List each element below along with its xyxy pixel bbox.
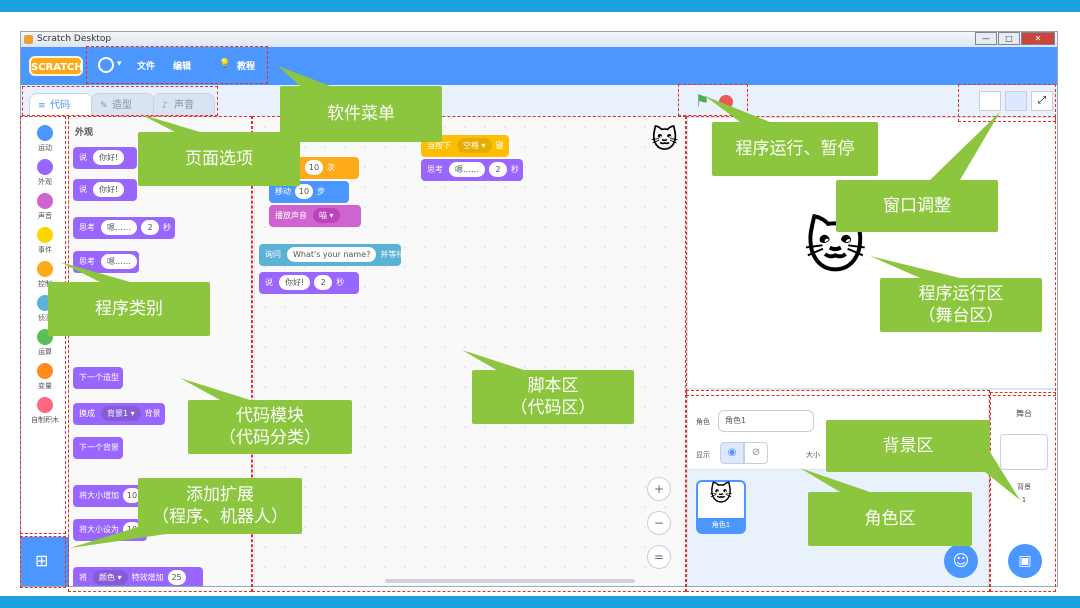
maximize-button[interactable]: □ <box>998 32 1020 45</box>
callout-extension: 添加扩展 （程序、机器人） <box>138 478 302 534</box>
callout-script: 脚本区 （代码区） <box>472 370 634 424</box>
outline-backdrop <box>990 392 1056 592</box>
outline-tabs <box>22 86 218 116</box>
outline-script <box>252 116 686 592</box>
outline-menu <box>86 46 268 84</box>
callout-blocks: 代码模块 （代码分类） <box>188 400 352 454</box>
window-title: Scratch Desktop <box>37 34 112 44</box>
callout-window: 窗口调整 <box>836 180 998 232</box>
title-bar: Scratch Desktop — □ ✕ <box>21 32 1057 47</box>
callout-backdrop: 背景区 <box>826 420 990 472</box>
scratch-logo[interactable]: SCRATCH <box>29 56 83 76</box>
outline-run <box>678 84 748 116</box>
slide-bottom-bar <box>0 596 1080 608</box>
window-controls: — □ ✕ <box>974 32 1055 46</box>
callout-sprite: 角色区 <box>808 492 972 546</box>
callout-tabs: 页面选项 <box>138 132 300 186</box>
callout-categories: 程序类别 <box>48 282 210 336</box>
app-icon <box>24 35 33 44</box>
callout-run: 程序运行、暂停 <box>712 122 878 176</box>
slide-top-bar <box>0 0 1080 12</box>
close-button[interactable]: ✕ <box>1021 32 1055 45</box>
callout-menu: 软件菜单 <box>280 86 442 142</box>
minimize-button[interactable]: — <box>975 32 997 45</box>
callout-stage: 程序运行区 （舞台区） <box>880 278 1042 332</box>
outline-extension <box>20 536 66 588</box>
